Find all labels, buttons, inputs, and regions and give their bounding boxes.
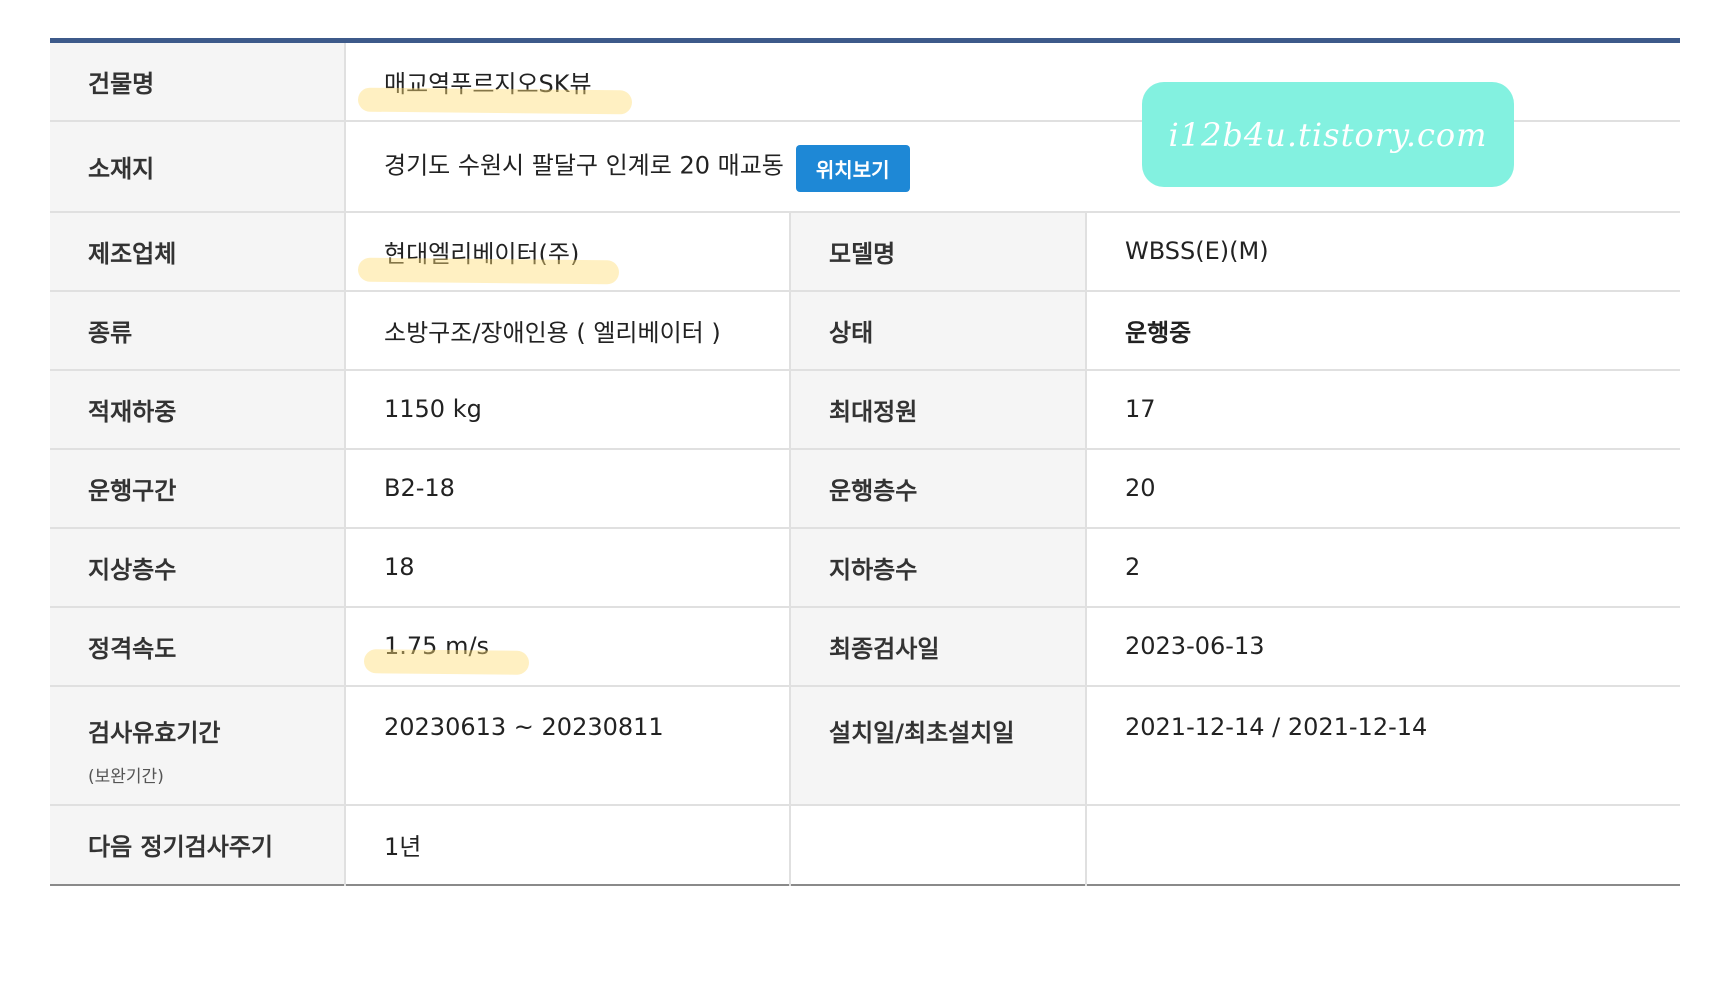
row-type: 종류 소방구조/장애인용 ( 엘리베이터 ) 상태 운행중 bbox=[50, 290, 1681, 371]
value-validity: 20230613 ~ 20230811 bbox=[345, 685, 791, 806]
value-type: 소방구조/장애인용 ( 엘리베이터 ) bbox=[345, 290, 791, 371]
label-above-ground: 지상층수 bbox=[50, 527, 346, 608]
label-status: 상태 bbox=[790, 290, 1087, 371]
value-model: WBSS(E)(M) bbox=[1086, 211, 1681, 292]
rated-speed-text: 1.75 m/s bbox=[384, 632, 490, 660]
building-name-text: 매교역푸르지오SK뷰 bbox=[384, 64, 592, 99]
label-manufacturer: 제조업체 bbox=[50, 211, 346, 292]
label-type: 종류 bbox=[50, 290, 346, 371]
value-last-inspection: 2023-06-13 bbox=[1086, 606, 1681, 687]
label-building-name: 건물명 bbox=[50, 40, 346, 122]
label-validity-sub: (보완기간) bbox=[88, 766, 164, 787]
row-load: 적재하중 1150 kg 최대정원 17 bbox=[50, 369, 1681, 450]
row-validity: 검사유효기간 (보완기간) 20230613 ~ 20230811 설치일/최초… bbox=[50, 685, 1681, 806]
row-manufacturer: 제조업체 현대엘리베이터(주) 모델명 WBSS(E)(M) bbox=[50, 211, 1681, 292]
empty-cell-value bbox=[1086, 804, 1681, 885]
value-next-inspection: 1년 bbox=[345, 804, 791, 885]
address-text: 경기도 수원시 팔달구 인계로 20 매교동 bbox=[384, 151, 784, 179]
value-operating-range: B2-18 bbox=[345, 448, 791, 529]
value-install-date: 2021-12-14 / 2021-12-14 bbox=[1086, 685, 1681, 806]
manufacturer-text: 현대엘리베이터(주) bbox=[384, 234, 579, 269]
label-operating-range: 운행구간 bbox=[50, 448, 346, 529]
label-operating-floors: 운행층수 bbox=[790, 448, 1087, 529]
value-manufacturer: 현대엘리베이터(주) bbox=[345, 211, 791, 292]
row-operating-range: 운행구간 B2-18 운행층수 20 bbox=[50, 448, 1681, 529]
value-operating-floors: 20 bbox=[1086, 448, 1681, 529]
value-status: 운행중 bbox=[1086, 290, 1681, 371]
row-above-ground: 지상층수 18 지하층수 2 bbox=[50, 527, 1681, 608]
row-rated-speed: 정격속도 1.75 m/s 최종검사일 2023-06-13 bbox=[50, 606, 1681, 687]
label-address: 소재지 bbox=[50, 120, 346, 213]
label-install-date: 설치일/최초설치일 bbox=[790, 685, 1087, 806]
value-capacity: 17 bbox=[1086, 369, 1681, 450]
view-location-button[interactable]: 위치보기 bbox=[795, 144, 910, 192]
label-next-inspection: 다음 정기검사주기 bbox=[50, 804, 346, 885]
value-underground: 2 bbox=[1086, 527, 1681, 608]
label-validity-text: 검사유효기간 bbox=[88, 718, 221, 747]
blog-watermark: i12b4u.tistory.com bbox=[1142, 82, 1514, 187]
label-capacity: 최대정원 bbox=[790, 369, 1087, 450]
label-rated-speed: 정격속도 bbox=[50, 606, 346, 687]
value-above-ground: 18 bbox=[345, 527, 791, 608]
label-load: 적재하중 bbox=[50, 369, 346, 450]
label-last-inspection: 최종검사일 bbox=[790, 606, 1087, 687]
label-underground: 지하층수 bbox=[790, 527, 1087, 608]
label-model: 모델명 bbox=[790, 211, 1087, 292]
value-rated-speed: 1.75 m/s bbox=[345, 606, 791, 687]
empty-cell-label bbox=[790, 804, 1087, 885]
row-next-inspection: 다음 정기검사주기 1년 bbox=[50, 804, 1681, 885]
label-validity: 검사유효기간 (보완기간) bbox=[50, 685, 346, 806]
value-load: 1150 kg bbox=[345, 369, 791, 450]
